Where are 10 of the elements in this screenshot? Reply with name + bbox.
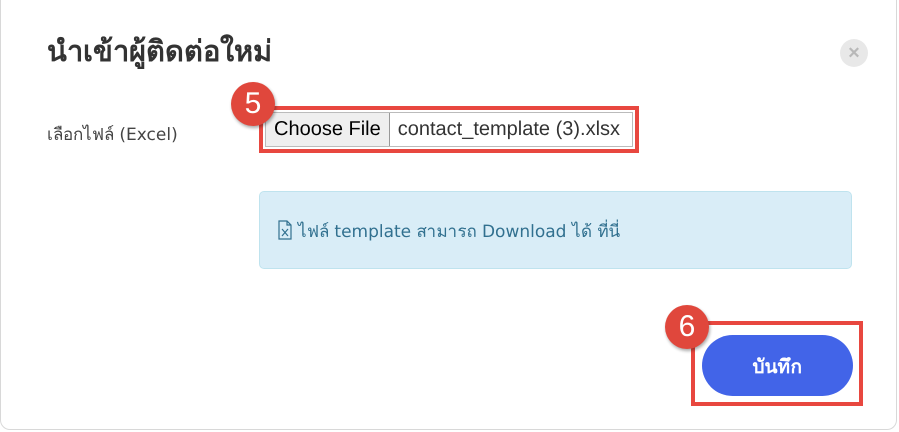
step-badge: 6 [665, 305, 709, 349]
file-name: contact_template (3).xlsx [396, 118, 622, 141]
step-badge: 5 [231, 82, 275, 126]
save-button[interactable]: บันทึก [702, 335, 853, 396]
choose-file-button[interactable]: Choose File [266, 113, 390, 146]
excel-file-icon [278, 220, 292, 240]
field-label: เลือกไฟล์ (Excel) [47, 124, 179, 147]
dialog-title: นำเข้าผู้ติดต่อใหม่ [47, 33, 272, 71]
notice-text: ไฟล์ template สามารถ Download ได้ ที่นี่ [298, 218, 620, 244]
file-input[interactable]: Choose File contact_template (3).xlsx [265, 112, 634, 147]
